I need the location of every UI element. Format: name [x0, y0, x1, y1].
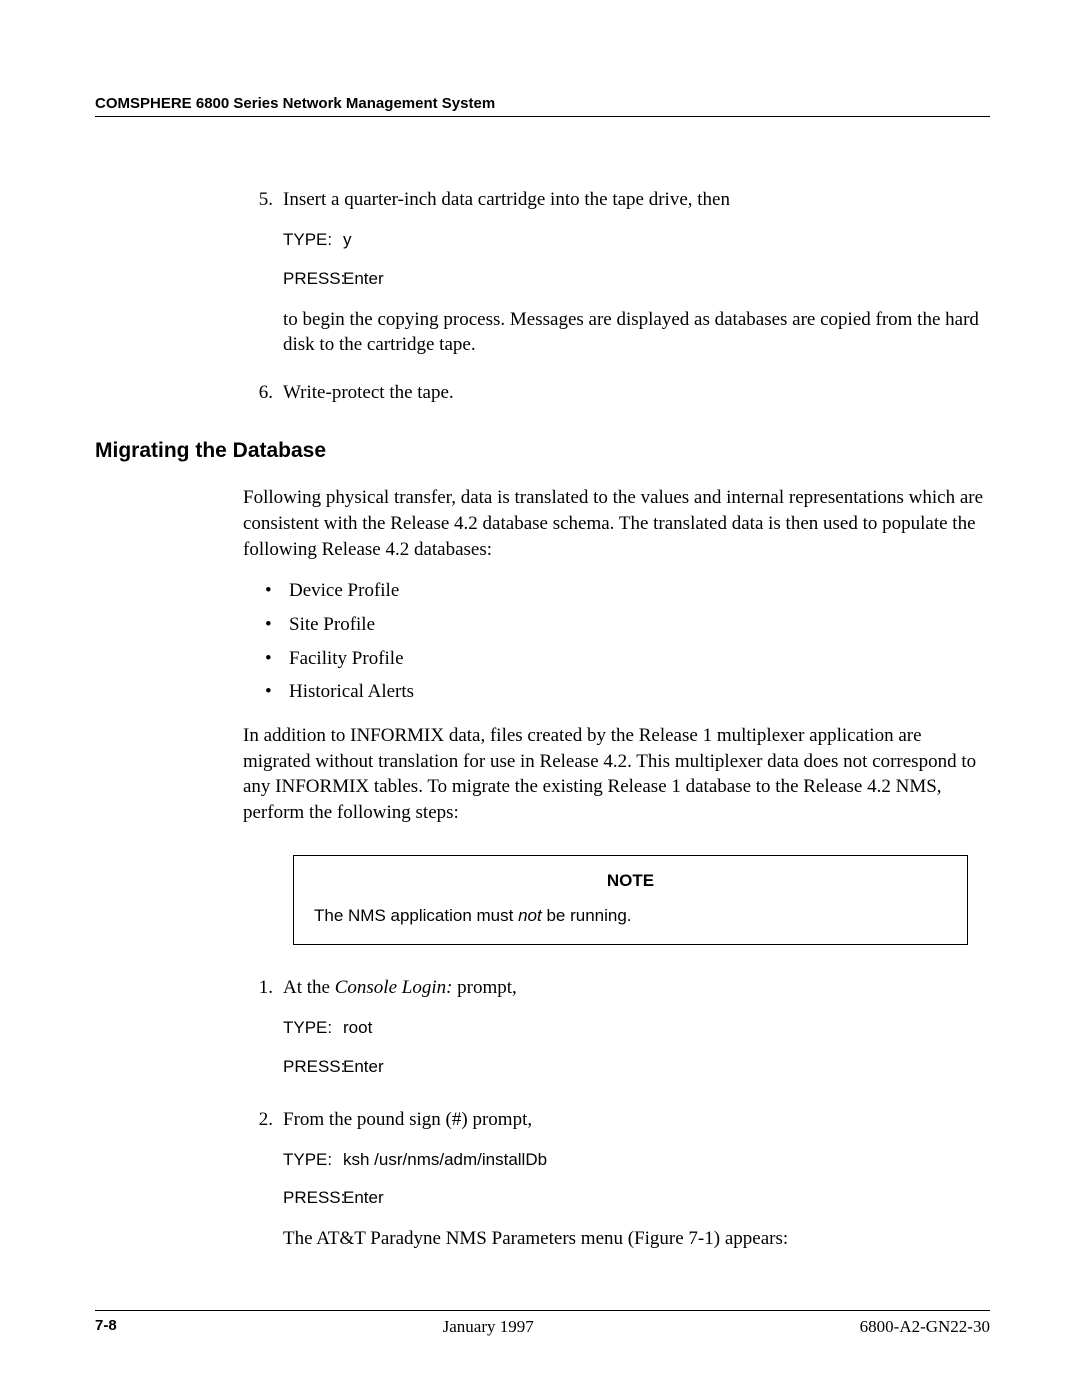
page-footer: 7-8 January 1997 6800-A2-GN22-30: [95, 1310, 990, 1337]
type-value: root: [343, 1017, 372, 1040]
list-item: • Historical Alerts: [265, 679, 990, 705]
step-content: At the Console Login: prompt, TYPE: root…: [283, 975, 990, 1085]
step-5: 5. Insert a quarter-inch data cartridge …: [243, 187, 990, 358]
header-title: COMSPHERE 6800 Series Network Management…: [95, 95, 990, 112]
press-label: PRESS:: [283, 1187, 343, 1210]
note-heading: NOTE: [314, 870, 947, 893]
note-box: NOTE The NMS application must not be run…: [293, 855, 968, 945]
step-number: 1.: [243, 975, 283, 1085]
press-value: Enter: [343, 1056, 384, 1079]
press-value: Enter: [343, 268, 384, 291]
migr-intro: Following physical transfer, data is tra…: [243, 485, 990, 562]
step-tail: to begin the copying process. Messages a…: [283, 307, 990, 358]
section-body: Following physical transfer, data is tra…: [243, 485, 990, 1252]
type-label: TYPE:: [283, 229, 343, 252]
lead-em: Console Login:: [335, 977, 453, 998]
migr-step-2: 2. From the pound sign (#) prompt, TYPE:…: [243, 1107, 990, 1252]
type-value: y: [343, 229, 352, 252]
list-item: • Facility Profile: [265, 646, 990, 672]
migr-para2: In addition to INFORMIX data, files crea…: [243, 723, 990, 826]
lead-pre: At the: [283, 977, 335, 998]
bullet-icon: •: [265, 646, 289, 672]
migr-step-1: 1. At the Console Login: prompt, TYPE: r…: [243, 975, 990, 1085]
type-label: TYPE:: [283, 1149, 343, 1172]
press-row: PRESS: Enter: [283, 1187, 990, 1210]
section-heading-migrating: Migrating the Database: [95, 439, 990, 463]
footer-date: January 1997: [443, 1317, 534, 1337]
bullet-icon: •: [265, 679, 289, 705]
list-item: • Device Profile: [265, 578, 990, 604]
footer-line: 7-8 January 1997 6800-A2-GN22-30: [95, 1310, 990, 1337]
type-row: TYPE: y: [283, 229, 990, 252]
type-label: TYPE:: [283, 1017, 343, 1040]
page-body: 5. Insert a quarter-inch data cartridge …: [243, 187, 990, 405]
step-content: Insert a quarter-inch data cartridge int…: [283, 187, 990, 358]
press-label: PRESS:: [283, 1056, 343, 1079]
press-row: PRESS: Enter: [283, 268, 990, 291]
press-row: PRESS: Enter: [283, 1056, 990, 1079]
page-header: COMSPHERE 6800 Series Network Management…: [95, 95, 990, 117]
step-number: 5.: [243, 187, 283, 358]
step-tail: The AT&T Paradyne NMS Parameters menu (F…: [283, 1226, 990, 1252]
type-row: TYPE: root: [283, 1017, 990, 1040]
step-6: 6. Write-protect the tape.: [243, 380, 990, 406]
migr-bullet-list: • Device Profile • Site Profile • Facili…: [243, 578, 990, 705]
step-content: From the pound sign (#) prompt, TYPE: ks…: [283, 1107, 990, 1252]
step-lead: Insert a quarter-inch data cartridge int…: [283, 187, 990, 213]
step-lead: At the Console Login: prompt,: [283, 975, 990, 1001]
footer-page-number: 7-8: [95, 1317, 117, 1337]
type-value: ksh /usr/nms/adm/installDb: [343, 1149, 547, 1172]
step-lead: Write-protect the tape.: [283, 380, 990, 406]
bullet-text: Facility Profile: [289, 646, 404, 672]
document-page: COMSPHERE 6800 Series Network Management…: [0, 0, 1080, 1397]
footer-doc-id: 6800-A2-GN22-30: [860, 1317, 990, 1337]
press-value: Enter: [343, 1187, 384, 1210]
step-lead: From the pound sign (#) prompt,: [283, 1107, 990, 1133]
bullet-text: Device Profile: [289, 578, 399, 604]
bullet-text: Site Profile: [289, 612, 375, 638]
press-label: PRESS:: [283, 268, 343, 291]
list-item: • Site Profile: [265, 612, 990, 638]
note-text: The NMS application must not be running.: [314, 905, 947, 928]
step-number: 6.: [243, 380, 283, 406]
note-pre: The NMS application must: [314, 906, 518, 925]
step-content: Write-protect the tape.: [283, 380, 990, 406]
note-em: not: [518, 906, 542, 925]
bullet-text: Historical Alerts: [289, 679, 414, 705]
type-row: TYPE: ksh /usr/nms/adm/installDb: [283, 1149, 990, 1172]
bullet-icon: •: [265, 612, 289, 638]
step-number: 2.: [243, 1107, 283, 1252]
lead-post: prompt,: [452, 977, 516, 998]
note-post: be running.: [542, 906, 632, 925]
bullet-icon: •: [265, 578, 289, 604]
